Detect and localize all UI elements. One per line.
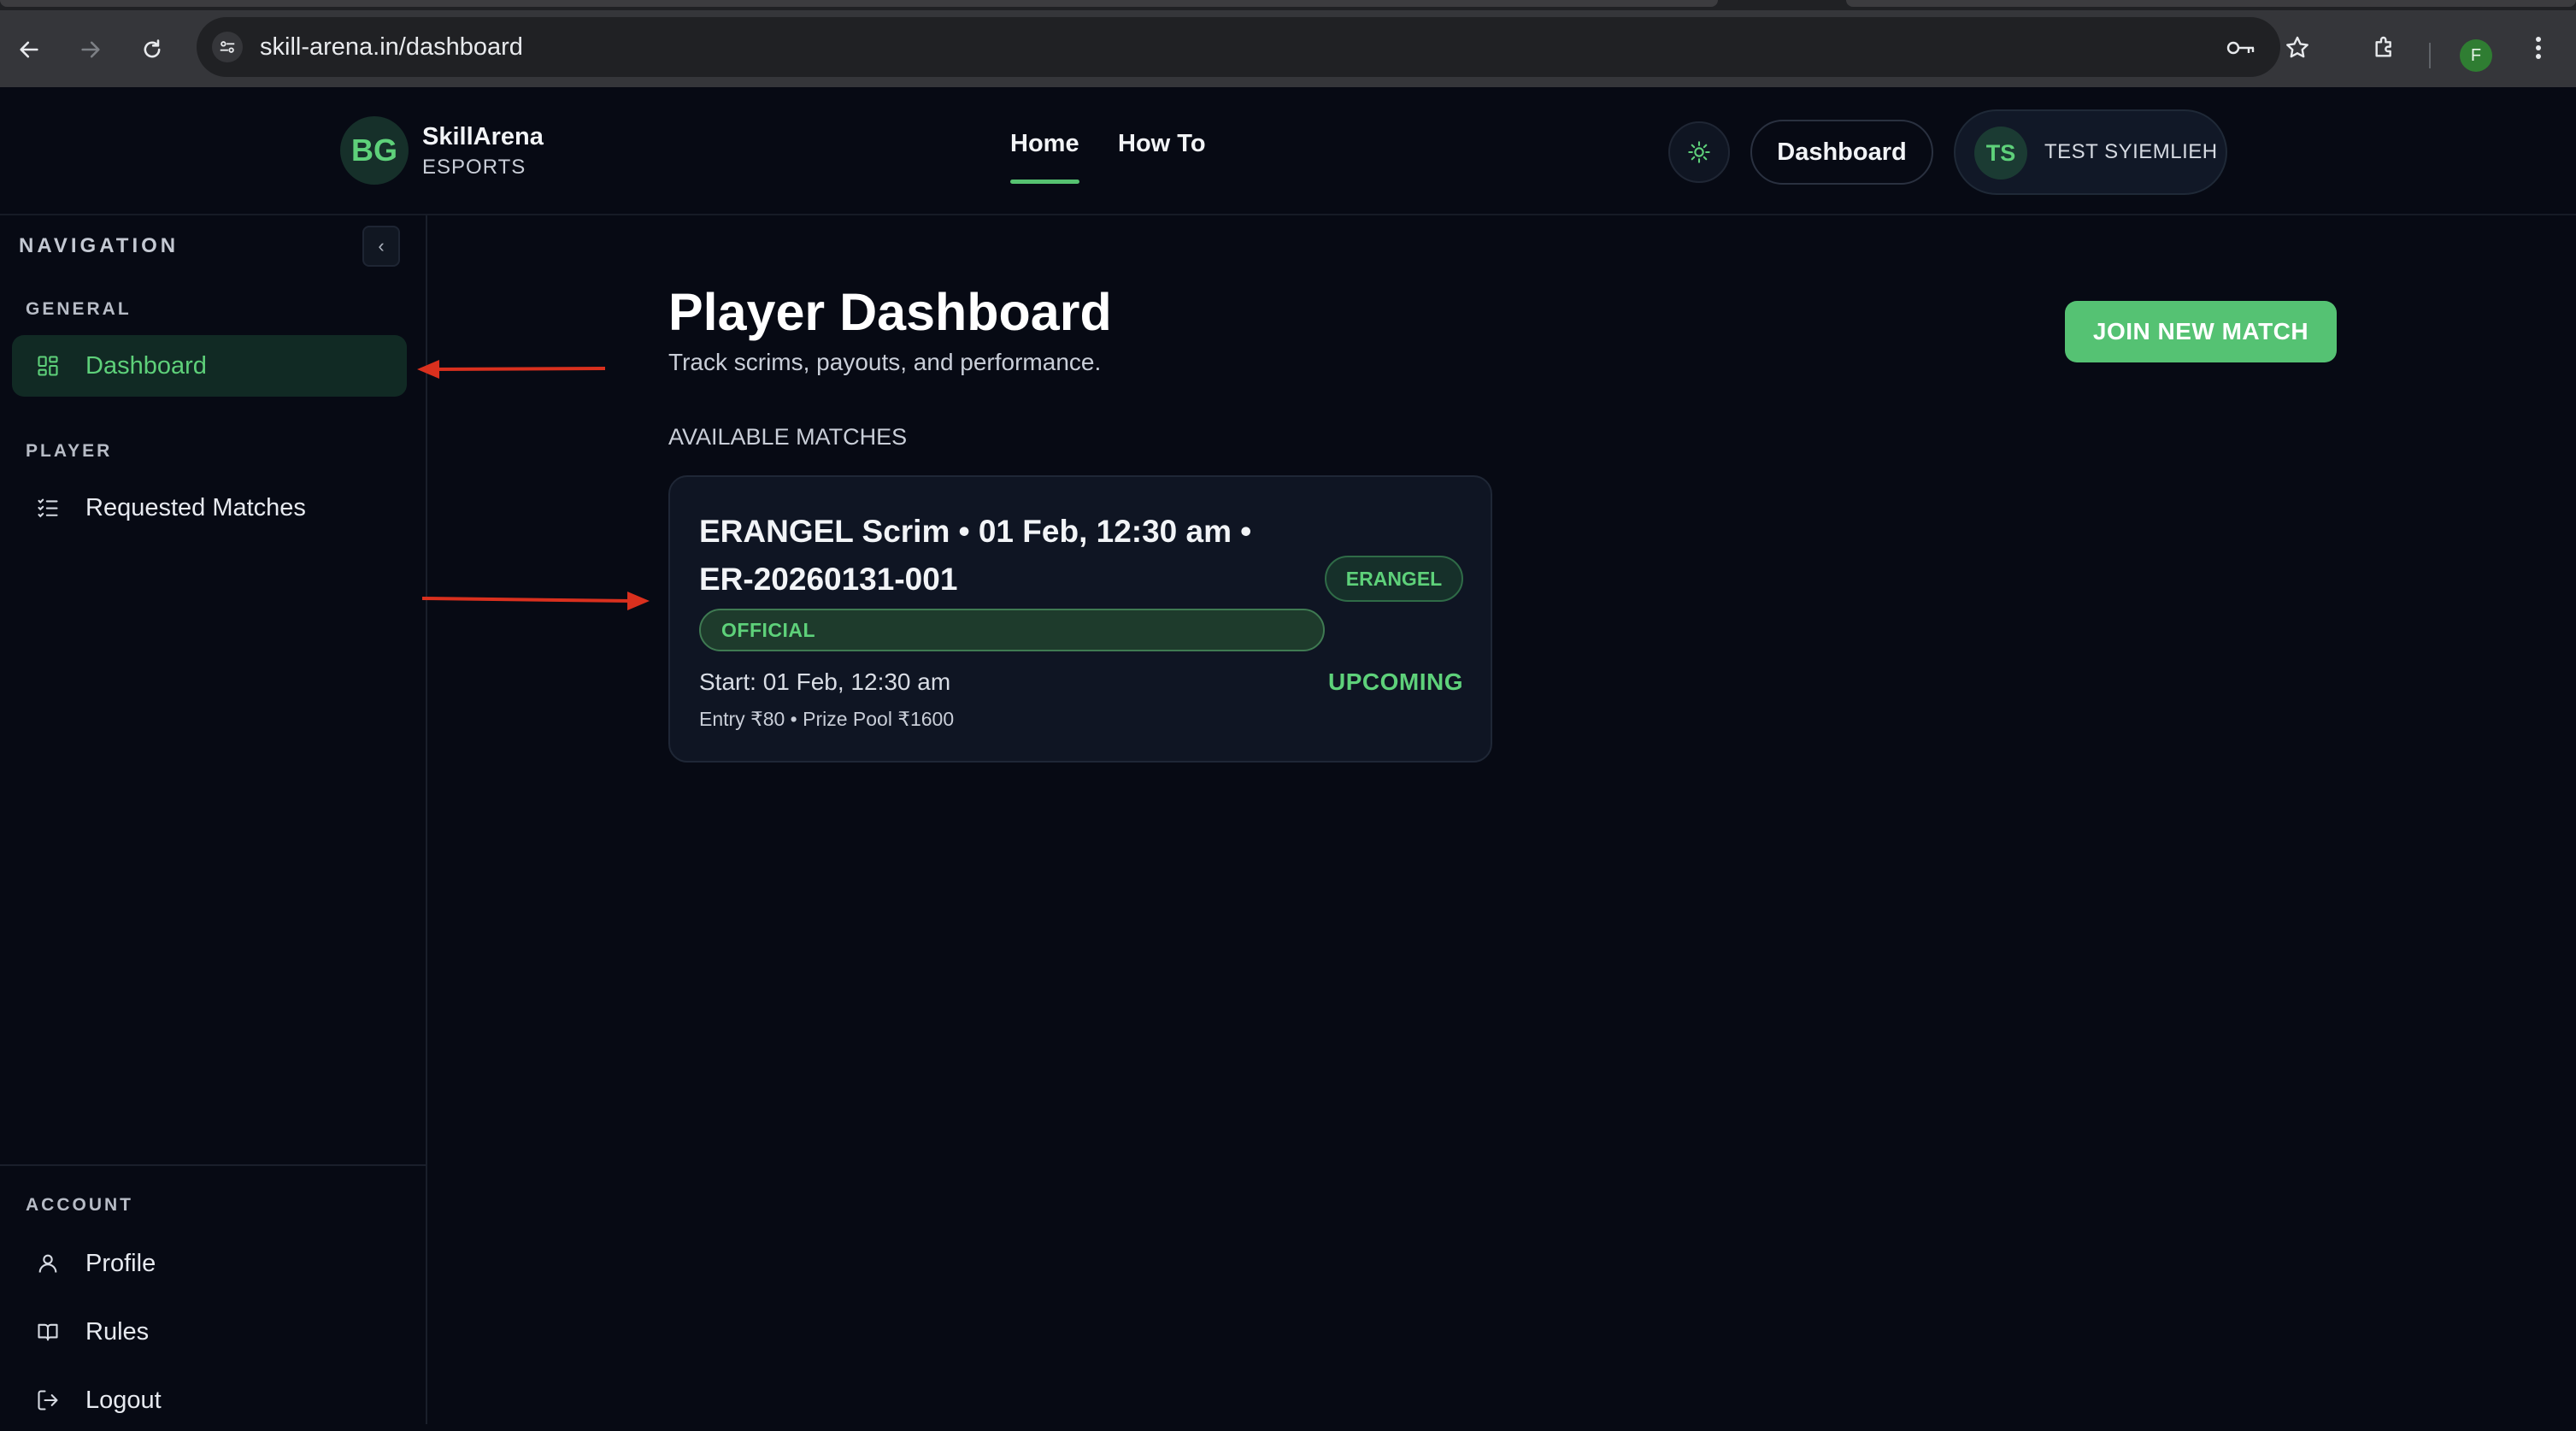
available-matches-label: AVAILABLE MATCHES (668, 424, 908, 450)
forward-icon[interactable] (72, 31, 109, 68)
sidebar-section-general: GENERAL (26, 299, 132, 319)
page-subtitle: Track scrims, payouts, and performance. (668, 349, 1102, 375)
sidebar-item-requested-matches[interactable]: Requested Matches (12, 477, 407, 539)
sidebar: NAVIGATION ‹ GENERAL Dashboard PLAYER Re… (0, 215, 427, 1424)
sidebar-item-label: Rules (85, 1317, 150, 1346)
match-start-time: Start: 01 Feb, 12:30 am (699, 668, 951, 695)
sidebar-item-logout[interactable]: Logout (12, 1369, 407, 1431)
dashboard-button[interactable]: Dashboard (1750, 120, 1933, 185)
user-icon (34, 1250, 62, 1277)
page-title: Player Dashboard (668, 283, 1112, 341)
sidebar-section-player: PLAYER (26, 441, 113, 461)
brand-name[interactable]: SkillArena (422, 123, 544, 151)
sidebar-item-label: Dashboard (85, 351, 207, 380)
theme-toggle-button[interactable] (1668, 121, 1730, 183)
checklist-icon (34, 494, 62, 521)
url-text[interactable]: skill-arena.in/dashboard (260, 33, 523, 62)
sidebar-item-dashboard[interactable]: Dashboard (12, 335, 407, 397)
sidebar-heading: NAVIGATION (19, 234, 179, 257)
sidebar-item-profile[interactable]: Profile (12, 1233, 407, 1294)
sidebar-item-label: Requested Matches (85, 493, 306, 521)
logout-icon (34, 1387, 62, 1414)
site-settings-icon[interactable] (212, 32, 243, 62)
annotation-arrow (421, 592, 650, 610)
match-type-badge: OFFICIAL (699, 609, 1325, 651)
annotation-arrow (417, 360, 606, 379)
chevron-left-icon: ‹ (378, 235, 385, 256)
map-badge: ERANGEL (1325, 556, 1463, 602)
browser-profile-avatar[interactable]: F (2460, 39, 2492, 72)
password-key-icon[interactable] (2226, 32, 2256, 63)
match-title: ERANGEL Scrim • 01 Feb, 12:30 am • ER-20… (699, 514, 1252, 597)
sidebar-item-label: Logout (85, 1386, 162, 1414)
join-new-match-button[interactable]: JOIN NEW MATCH (2065, 301, 2337, 362)
browser-tabstrip (0, 0, 2576, 10)
browser-toolbar: skill-arena.in/dashboard F (0, 10, 2576, 87)
sidebar-section-account: ACCOUNT (26, 1195, 133, 1215)
sidebar-item-label: Profile (85, 1249, 156, 1277)
address-bar[interactable]: skill-arena.in/dashboard (197, 17, 2280, 77)
brand-logo[interactable]: BG (340, 116, 409, 185)
avatar: TS (1974, 127, 2027, 180)
bookmark-star-icon[interactable] (2282, 32, 2313, 63)
match-card[interactable]: ERANGEL Scrim • 01 Feb, 12:30 am • ER-20… (668, 475, 1492, 763)
app-header: BG SkillArena ESPORTS Home How To Dashbo… (0, 87, 2576, 215)
status-badge: UPCOMING (1328, 668, 1463, 695)
book-icon (34, 1318, 62, 1346)
nav-link-home[interactable]: Home (1010, 130, 1079, 184)
browser-tab[interactable] (0, 0, 1718, 7)
toolbar-divider (2429, 43, 2431, 68)
sidebar-item-rules[interactable]: Rules (12, 1301, 407, 1363)
reload-icon[interactable] (133, 31, 171, 68)
brand-subtitle: ESPORTS (422, 156, 526, 179)
grid-icon (34, 352, 62, 380)
match-entry-prize: Entry ₹80 • Prize Pool ₹1600 (699, 708, 955, 730)
back-icon[interactable] (10, 31, 48, 68)
browser-tab[interactable] (1846, 0, 2576, 7)
extensions-icon[interactable] (2366, 29, 2403, 67)
user-menu[interactable]: TS TEST SYIEMLIEH (1954, 109, 2227, 195)
sidebar-divider (0, 1164, 426, 1166)
user-name: TEST SYIEMLIEH (2044, 140, 2218, 163)
sun-icon (1688, 141, 1710, 163)
sidebar-collapse-button[interactable]: ‹ (362, 226, 400, 267)
kebab-menu-icon[interactable] (2520, 29, 2557, 67)
nav-link-how-to[interactable]: How To (1118, 130, 1206, 158)
